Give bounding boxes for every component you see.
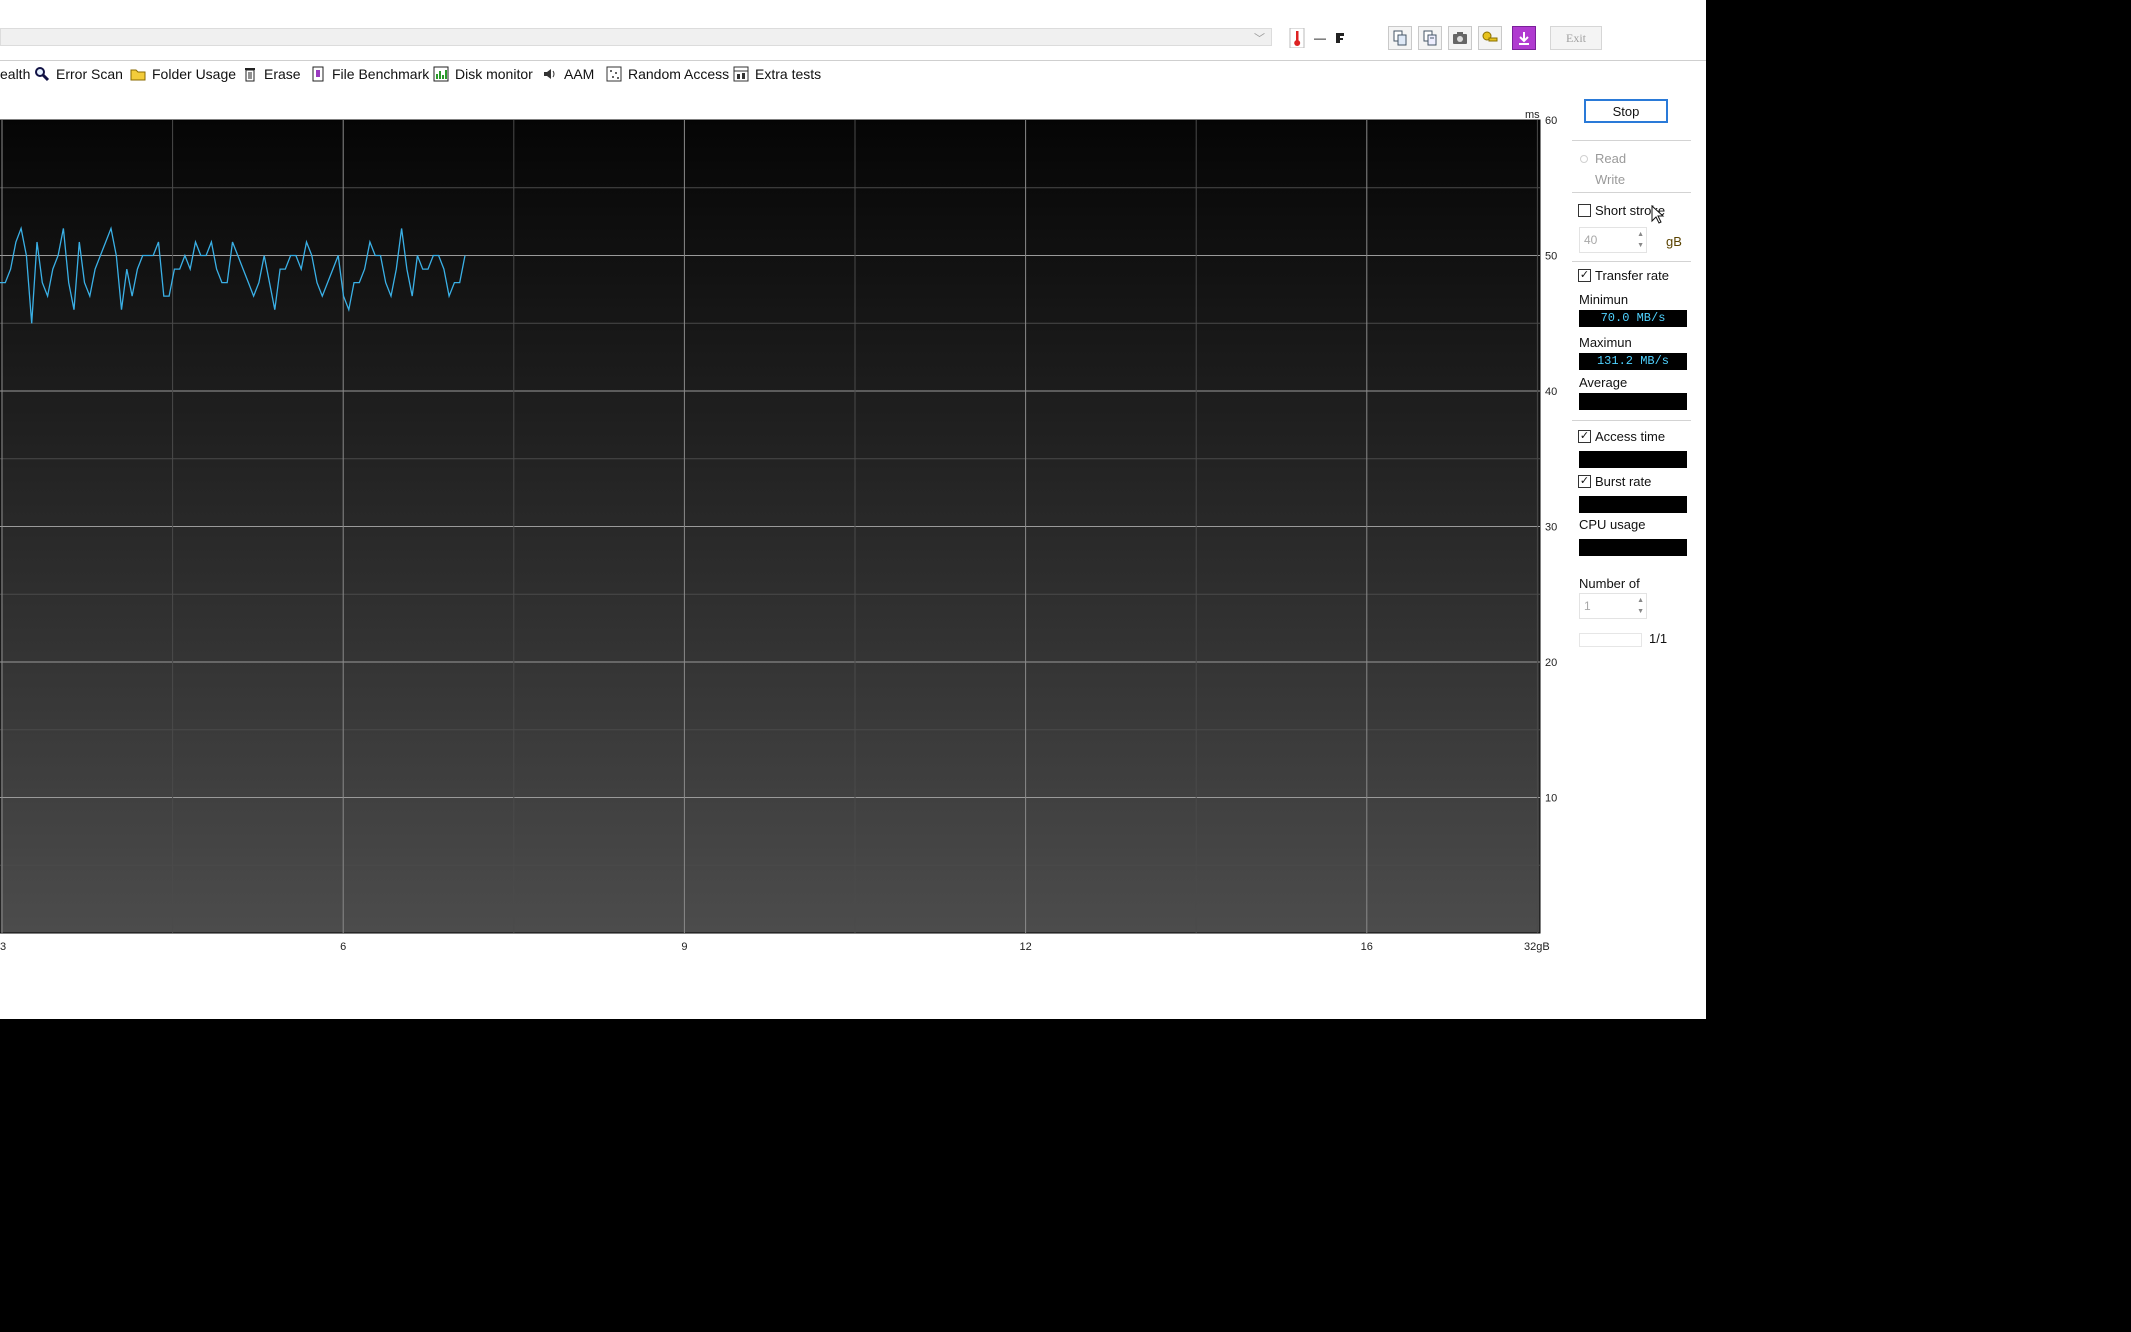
separator [1572, 420, 1691, 421]
short-stroke-input[interactable]: 40 ▲ ▼ [1579, 227, 1647, 253]
y-tick-label: 50 [1545, 251, 1557, 263]
maximum-value: 131.2 MB/s [1579, 353, 1687, 370]
burst-rate-value [1579, 496, 1687, 513]
x-tick-label: 9 [681, 941, 687, 953]
x-tick-label: 6 [340, 941, 346, 953]
number-of-input[interactable]: 1 ▲ ▼ [1579, 593, 1647, 619]
y-axis-ticks: 60 50 40 30 20 10 [1545, 115, 1557, 805]
x-tick-label: 3 [0, 941, 6, 953]
write-radio[interactable]: Write [1580, 172, 1625, 187]
y-tick-label: 30 [1545, 522, 1557, 534]
short-stroke-unit: gB [1666, 234, 1682, 249]
app-window: ﹀ — Exit ealth Error Scan Folder Usage E… [0, 0, 1706, 1019]
minimum-label: Minimun [1579, 292, 1629, 307]
spinner-arrows-icon[interactable]: ▲ ▼ [1637, 595, 1644, 617]
random-access-icon [606, 66, 622, 82]
burst-rate-checkbox[interactable]: ✓ Burst rate [1578, 474, 1651, 489]
tab-label: AAM [564, 66, 595, 82]
cpu-usage-label: CPU usage [1579, 517, 1646, 532]
tab-random-access[interactable]: Random Access [606, 62, 729, 86]
maximum-label: Maximun [1579, 335, 1632, 350]
thermometer-icon[interactable] [1285, 26, 1309, 50]
transfer-rate-label: Transfer rate [1595, 268, 1669, 283]
checkbox-box: ✓ [1578, 475, 1591, 488]
tab-health[interactable]: ealth [0, 62, 30, 86]
radio-circle [1580, 176, 1588, 184]
short-stroke-value: 40 [1584, 233, 1598, 247]
x-axis-ticks: 36912161922252832gB [0, 941, 1550, 953]
y-tick-label: 60 [1545, 115, 1557, 127]
separator [1572, 140, 1691, 141]
tab-disk-monitor[interactable]: Disk monitor [433, 62, 533, 86]
number-of-value: 1 [1584, 599, 1591, 613]
separator [1572, 192, 1691, 193]
radio-circle [1580, 154, 1588, 163]
tab-label: Disk monitor [455, 66, 533, 82]
benchmark-chart: ms 605040302010 36912161922252832gB [0, 110, 1557, 953]
speaker-icon [542, 66, 558, 82]
camera-icon[interactable] [1448, 26, 1472, 50]
tab-error-scan[interactable]: Error Scan [34, 62, 123, 86]
minimum-value: 70.0 MB/s [1579, 310, 1687, 327]
drive-select[interactable]: ﹀ [0, 28, 1272, 46]
copy-info-icon[interactable] [1418, 26, 1442, 50]
access-time-checkbox[interactable]: ✓ Access time [1578, 429, 1665, 444]
tab-folder-usage[interactable]: Folder Usage [130, 62, 236, 86]
magnifier-icon [34, 66, 50, 82]
read-radio[interactable]: Read [1580, 151, 1626, 166]
tab-label: Error Scan [56, 66, 123, 82]
checkbox-box: ✓ [1578, 430, 1591, 443]
y-tick-label: 40 [1545, 386, 1557, 398]
key-icon[interactable] [1478, 26, 1502, 50]
disk-monitor-icon [433, 66, 449, 82]
exit-button[interactable]: Exit [1550, 26, 1602, 50]
transfer-rate-checkbox[interactable]: ✓ Transfer rate [1578, 268, 1669, 283]
stop-button[interactable]: Stop [1584, 99, 1668, 123]
folder-icon [130, 66, 146, 82]
extra-tests-icon [733, 66, 749, 82]
mouse-cursor-icon [1651, 204, 1665, 230]
file-benchmark-icon [310, 66, 326, 82]
progress-box [1579, 633, 1642, 647]
cpu-usage-value [1579, 539, 1687, 556]
tab-label: Erase [264, 66, 301, 82]
burst-rate-label: Burst rate [1595, 474, 1652, 489]
right-panel: Stop Read Write Short stroke 40 ▲ ▼ gB ✓ … [1570, 96, 1695, 656]
tab-label: Extra tests [755, 66, 822, 82]
toolbar: ﹀ — Exit [0, 0, 1706, 61]
y-tick-label: 20 [1545, 657, 1557, 669]
tab-erase[interactable]: Erase [242, 62, 301, 86]
x-tick-label: 12 [1019, 941, 1031, 953]
average-value [1579, 393, 1687, 410]
number-of-label: Number of [1579, 576, 1640, 591]
download-icon[interactable] [1512, 26, 1536, 50]
tab-aam[interactable]: AAM [542, 62, 594, 86]
trash-icon [242, 66, 258, 82]
separator [1572, 261, 1691, 262]
average-label: Average [1579, 375, 1628, 390]
tab-label: ealth [0, 66, 31, 82]
y-axis-unit: ms [1525, 110, 1540, 121]
pass-count: 1/1 [1649, 631, 1668, 646]
tab-label: File Benchmark [332, 66, 430, 82]
read-label: Read [1595, 151, 1627, 166]
spinner-arrows-icon[interactable]: ▲ ▼ [1637, 229, 1644, 251]
temperature-icon [1328, 26, 1352, 50]
y-tick-label: 10 [1545, 793, 1557, 805]
access-time-value [1579, 451, 1687, 468]
access-time-label: Access time [1595, 429, 1666, 444]
checkbox-box: ✓ [1578, 269, 1591, 282]
tab-label: Folder Usage [152, 66, 237, 82]
tab-extra-tests[interactable]: Extra tests [733, 62, 821, 86]
tab-file-benchmark[interactable]: File Benchmark [310, 62, 429, 86]
dash-icon: — [1314, 31, 1326, 45]
write-label: Write [1595, 172, 1626, 187]
tab-label: Random Access [628, 66, 730, 82]
checkbox-box [1578, 204, 1591, 217]
chevron-down-icon[interactable]: ﹀ [1254, 30, 1265, 46]
x-tick-label: 16 [1361, 941, 1373, 953]
tab-bar: ealth Error Scan Folder Usage Erase File… [0, 62, 1706, 86]
copy-text-icon[interactable] [1388, 26, 1412, 50]
x-tick-label: 32gB [1524, 941, 1550, 953]
